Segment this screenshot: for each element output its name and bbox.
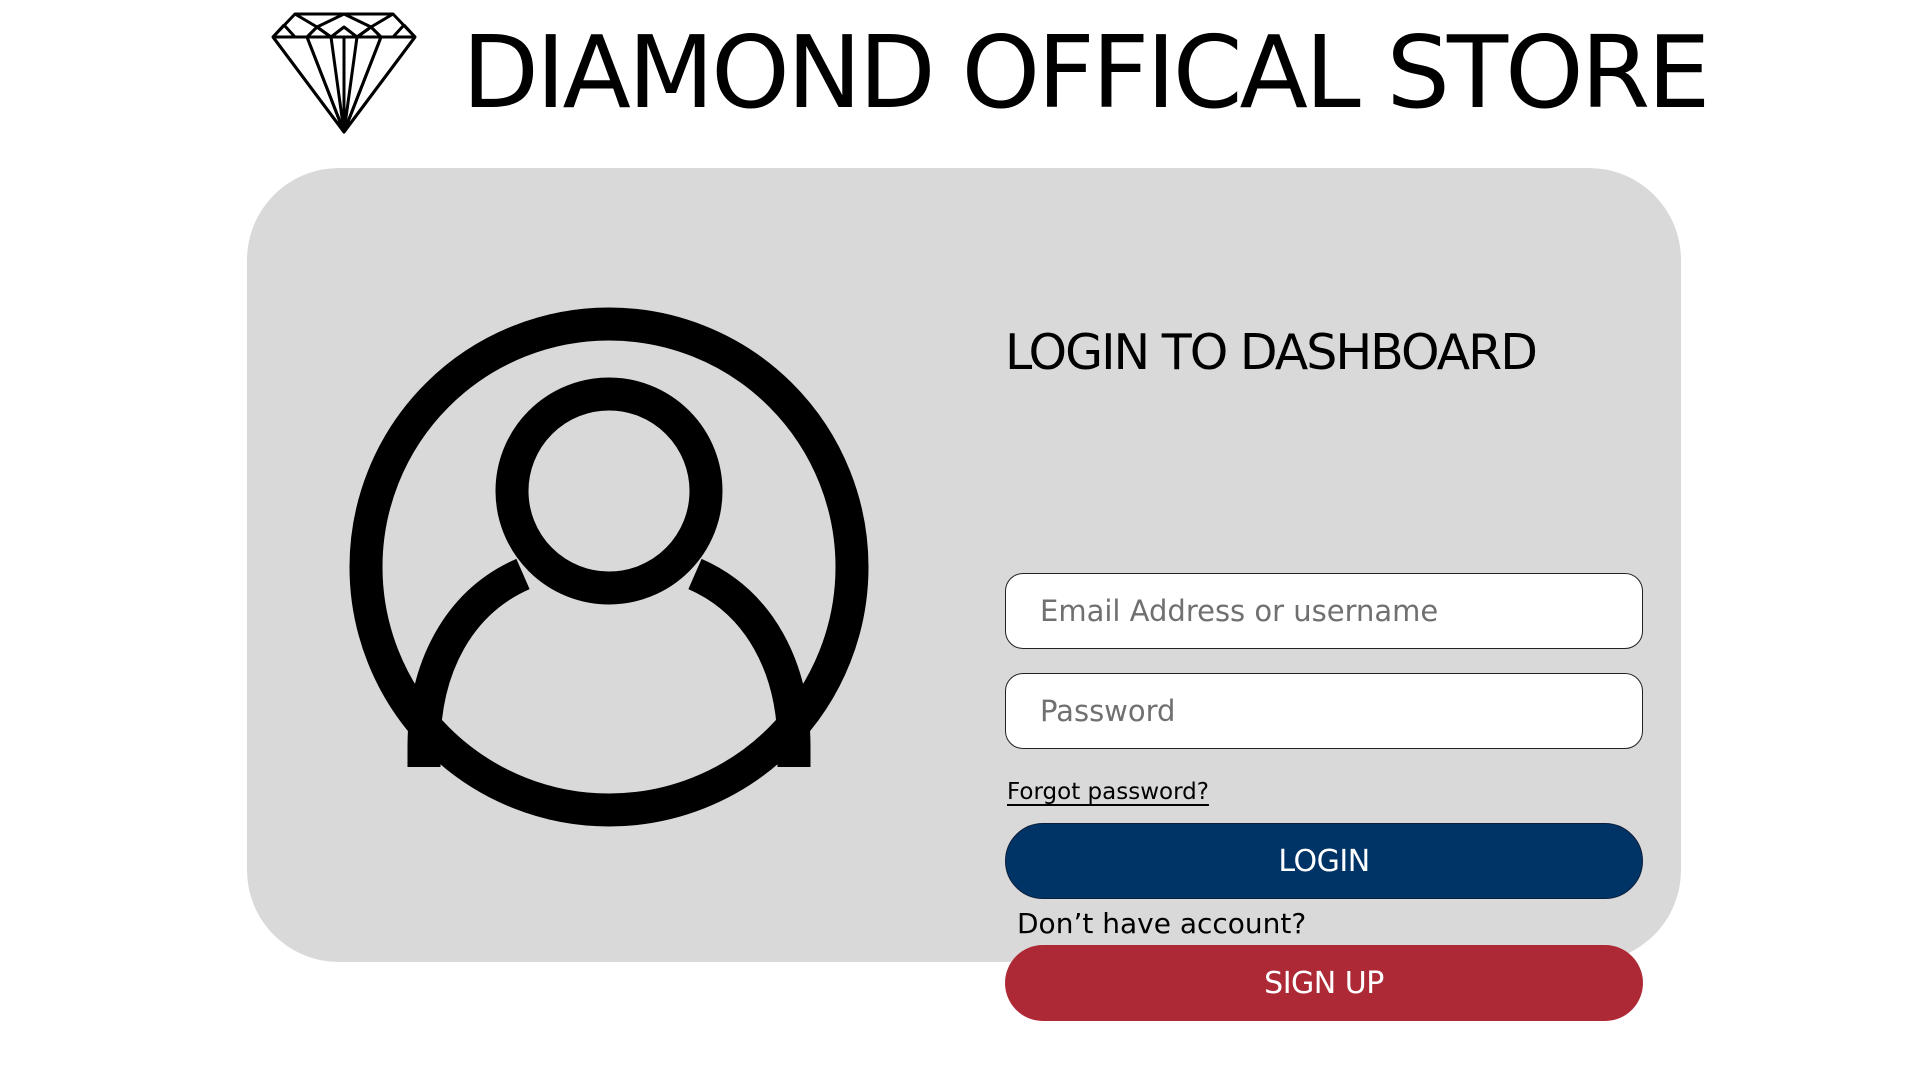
form-title: LOGIN TO DASHBOARD xyxy=(1005,324,1538,381)
login-button-label: LOGIN xyxy=(1278,843,1370,879)
login-form: LOGIN TO DASHBOARD Forgot password? LOGI… xyxy=(1005,324,1643,1021)
password-field[interactable] xyxy=(1005,673,1643,749)
login-button[interactable]: LOGIN xyxy=(1005,823,1643,899)
signup-button-label: SIGN UP xyxy=(1264,965,1384,1001)
no-account-text: Don’t have account? xyxy=(1017,907,1307,940)
login-page: DIAMOND OFFICAL STORE LOGIN TO DASHBOARD… xyxy=(0,0,1920,1080)
signup-button[interactable]: SIGN UP xyxy=(1005,945,1643,1021)
store-header: DIAMOND OFFICAL STORE xyxy=(270,10,1710,135)
diamond-icon xyxy=(271,12,417,133)
user-circle-icon xyxy=(349,307,869,827)
store-title: DIAMOND OFFICAL STORE xyxy=(462,13,1710,131)
forgot-password-link[interactable]: Forgot password? xyxy=(1007,779,1209,805)
email-field[interactable] xyxy=(1005,573,1643,649)
login-card: LOGIN TO DASHBOARD Forgot password? LOGI… xyxy=(247,168,1681,1021)
